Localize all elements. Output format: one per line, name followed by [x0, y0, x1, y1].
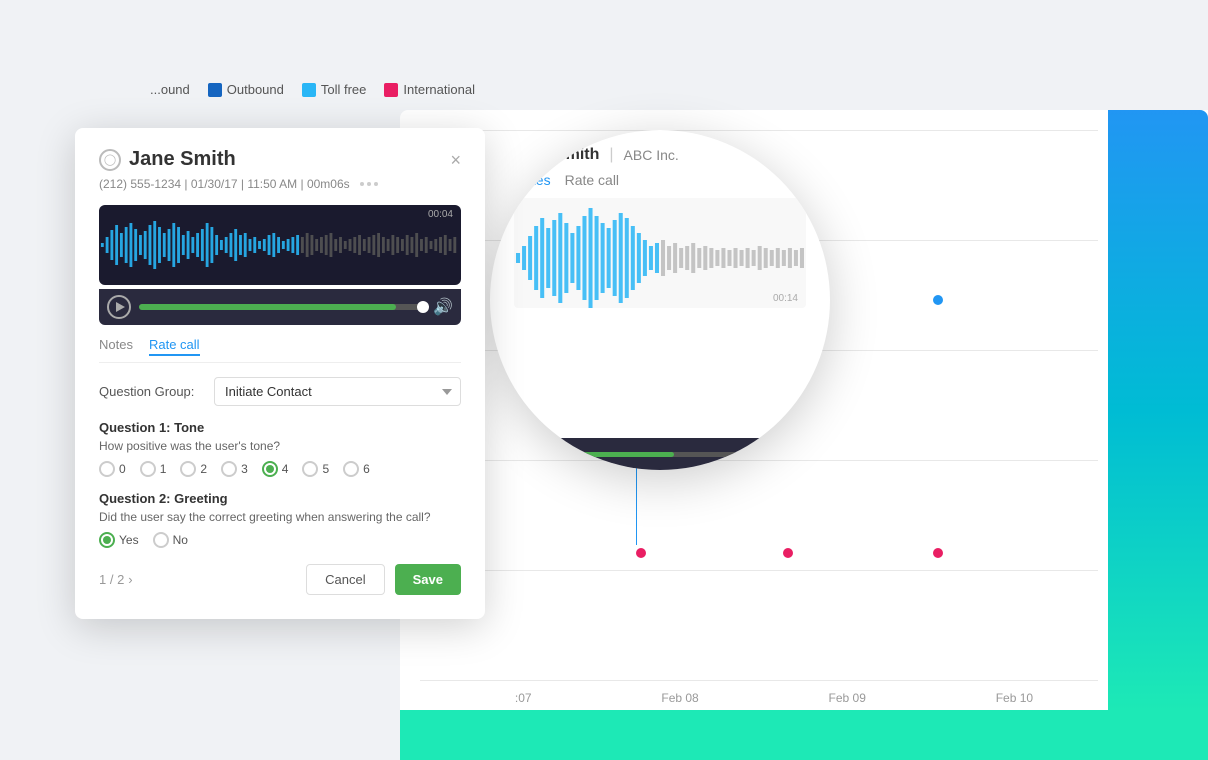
legend-dot-tollfree [302, 83, 316, 97]
close-button[interactable]: × [450, 151, 461, 169]
modal-header: ◯ Jane Smith × [99, 148, 461, 171]
question-1-title: Question 1: Tone [99, 420, 461, 435]
question-1-text: How positive was the user's tone? [99, 439, 461, 453]
radio-6 [343, 461, 359, 477]
question-1-scale: 0 1 2 3 4 5 [99, 461, 461, 477]
question-2-yesno: Yes No [99, 532, 461, 548]
legend-bar: ...ound Outbound Toll free International [150, 82, 475, 97]
play-icon [116, 302, 125, 312]
modal-tabs: Notes Rate call [99, 337, 461, 363]
scale-option-6[interactable]: 6 [343, 461, 370, 477]
scale-option-3[interactable]: 3 [221, 461, 248, 477]
zoom-progress-bar[interactable] [530, 452, 793, 457]
radio-0 [99, 461, 115, 477]
scale-option-4[interactable]: 4 [262, 461, 289, 477]
zoom-progress-fill [530, 452, 674, 457]
waveform-time: 00:04 [428, 209, 453, 220]
scale-option-2[interactable]: 2 [180, 461, 207, 477]
meta-dots [360, 182, 378, 186]
xaxis-label-2: Feb 08 [661, 691, 698, 705]
zoom-popup: Jane Smith | ABC Inc. Notes Rate call [490, 130, 830, 470]
page-indicator: 1 / 2 › [99, 572, 133, 587]
question-2-block: Question 2: Greeting Did the user say th… [99, 491, 461, 548]
chart-dot-intl-1 [636, 548, 646, 558]
radio-1 [140, 461, 156, 477]
meta-dot-2 [367, 182, 371, 186]
chart-dot-tollfree-1 [933, 295, 943, 305]
yesno-no[interactable]: No [153, 532, 188, 548]
zoom-company: ABC Inc. [624, 147, 679, 163]
scale-option-5[interactable]: 5 [302, 461, 329, 477]
audio-progress-thumb [417, 301, 429, 313]
meta-dot-3 [374, 182, 378, 186]
modal-meta-text: (212) 555-1234 | 01/30/17 | 11:50 AM | 0… [99, 177, 350, 191]
play-button[interactable] [107, 295, 131, 319]
zoom-waveform-svg [514, 198, 806, 308]
chart-dot-intl-2 [783, 548, 793, 558]
zoom-waveform-time: 00:14 [773, 293, 798, 304]
legend-label-outbound: Outbound [227, 82, 284, 97]
scale-option-0[interactable]: 0 [99, 461, 126, 477]
zoom-waveform: 00:14 [514, 198, 806, 308]
question-2-text: Did the user say the correct greeting wh… [99, 510, 461, 524]
tab-ratecall[interactable]: Rate call [149, 337, 200, 356]
modal-meta: (212) 555-1234 | 01/30/17 | 11:50 AM | 0… [99, 177, 461, 191]
radio-4 [262, 461, 278, 477]
zoom-tab-ratecall[interactable]: Rate call [565, 172, 619, 188]
waveform-container: 00:04 [99, 205, 461, 285]
question-2-title: Question 2: Greeting [99, 491, 461, 506]
chart-xaxis: :07 Feb 08 Feb 09 Feb 10 [450, 691, 1098, 705]
yesno-yes[interactable]: Yes [99, 532, 139, 548]
radio-3 [221, 461, 237, 477]
cancel-button[interactable]: Cancel [306, 564, 384, 595]
chart-dot-intl-3 [933, 548, 943, 558]
volume-icon[interactable]: 🔊 [433, 297, 453, 317]
audio-progress-fill [139, 304, 396, 310]
radio-5 [302, 461, 318, 477]
person-icon: ◯ [99, 149, 121, 171]
waveform-svg [99, 215, 461, 275]
question-1-block: Question 1: Tone How positive was the us… [99, 420, 461, 477]
tab-notes[interactable]: Notes [99, 337, 133, 356]
audio-progress-bar[interactable] [139, 304, 425, 310]
xaxis-label-3: Feb 09 [829, 691, 866, 705]
xaxis-label-4: Feb 10 [996, 691, 1033, 705]
legend-item-international: International [384, 82, 475, 97]
legend-label-inbound: ...ound [150, 82, 190, 97]
page-number: 1 / 2 [99, 572, 124, 587]
meta-dot-1 [360, 182, 364, 186]
question-group-label: Question Group: [99, 384, 204, 399]
radio-2 [180, 461, 196, 477]
modal-footer: 1 / 2 › Cancel Save [99, 564, 461, 595]
legend-label-international: International [403, 82, 475, 97]
radio-yes-inner [103, 536, 111, 544]
legend-label-tollfree: Toll free [321, 82, 367, 97]
xaxis-label-1: :07 [515, 691, 532, 705]
chart-gradient-bar [1108, 110, 1208, 710]
legend-dot-intl [384, 83, 398, 97]
footer-buttons: Cancel Save [306, 564, 461, 595]
radio-yes [99, 532, 115, 548]
radio-4-inner [266, 465, 274, 473]
chart-teal-bar [400, 710, 1208, 760]
next-arrow: › [128, 572, 132, 587]
zoom-progress-thumb [784, 448, 797, 461]
zoom-separator: | [609, 146, 613, 164]
radio-no [153, 532, 169, 548]
zoom-tabs: Notes Rate call [514, 172, 806, 188]
legend-item-outbound: Outbound [208, 82, 284, 97]
question-group-row: Question Group: Initiate Contact [99, 377, 461, 406]
save-button[interactable]: Save [395, 564, 461, 595]
scale-option-1[interactable]: 1 [140, 461, 167, 477]
legend-item-tollfree: Toll free [302, 82, 367, 97]
modal-title-row: ◯ Jane Smith [99, 148, 236, 171]
call-detail-modal: ◯ Jane Smith × (212) 555-1234 | 01/30/17… [75, 128, 485, 619]
modal-title: Jane Smith [129, 148, 236, 171]
audio-controls: 🔊 [99, 289, 461, 325]
question-group-select[interactable]: Initiate Contact [214, 377, 461, 406]
legend-dot-outbound [208, 83, 222, 97]
